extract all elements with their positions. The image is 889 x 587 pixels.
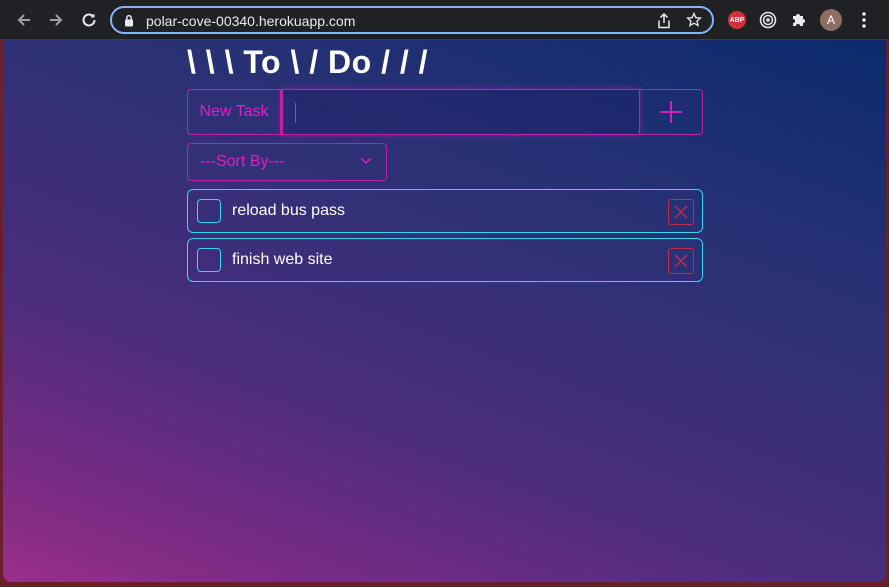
forward-button[interactable]	[44, 8, 68, 32]
back-arrow-icon	[17, 14, 30, 26]
address-bar[interactable]: polar-cove-00340.herokuapp.com	[110, 6, 714, 34]
delete-todo-button[interactable]	[668, 248, 694, 274]
close-icon	[674, 254, 688, 268]
todo-checkbox[interactable]	[197, 199, 221, 223]
adblock-icon: ABP	[728, 11, 746, 29]
sort-selected-value: ---Sort By---	[200, 153, 285, 170]
profile-button[interactable]: A	[820, 9, 842, 31]
todo-item: reload bus pass	[187, 189, 703, 233]
browser-toolbar: polar-cove-00340.herokuapp.com ABP A	[0, 0, 889, 40]
text-caret	[295, 103, 296, 123]
sort-select[interactable]: ---Sort By---	[187, 143, 387, 181]
reload-icon	[82, 13, 96, 27]
page-viewport: \ \ \ To \ / Do / / / New Task ---Sort B…	[3, 40, 886, 582]
extensions-button[interactable]	[788, 9, 810, 31]
url-text: polar-cove-00340.herokuapp.com	[146, 13, 356, 29]
puzzle-icon	[793, 14, 805, 26]
new-task-label: New Task	[187, 89, 281, 135]
star-icon[interactable]	[686, 12, 702, 28]
adblock-extension-button[interactable]: ABP	[726, 9, 748, 31]
target-extension-button[interactable]	[757, 9, 779, 31]
todo-text: finish web site	[232, 251, 333, 268]
new-task-input[interactable]	[281, 89, 640, 135]
share-icon[interactable]	[657, 13, 671, 29]
browser-menu-button[interactable]	[853, 9, 875, 31]
page-title: \ \ \ To \ / Do / / /	[187, 44, 429, 80]
close-icon	[674, 205, 688, 219]
lock-icon	[125, 14, 133, 27]
more-vertical-icon	[862, 12, 866, 28]
target-icon	[759, 11, 777, 29]
back-button[interactable]	[12, 8, 36, 32]
todo-item: finish web site	[187, 238, 703, 282]
reload-button[interactable]	[77, 8, 101, 32]
avatar: A	[820, 9, 842, 31]
new-task-form: New Task	[187, 89, 703, 135]
todo-text: reload bus pass	[232, 202, 345, 219]
forward-arrow-icon	[50, 14, 63, 26]
chevron-down-icon	[360, 157, 372, 165]
todo-checkbox[interactable]	[197, 248, 221, 272]
plus-icon	[660, 101, 682, 123]
add-task-button[interactable]	[640, 89, 703, 135]
delete-todo-button[interactable]	[668, 199, 694, 225]
